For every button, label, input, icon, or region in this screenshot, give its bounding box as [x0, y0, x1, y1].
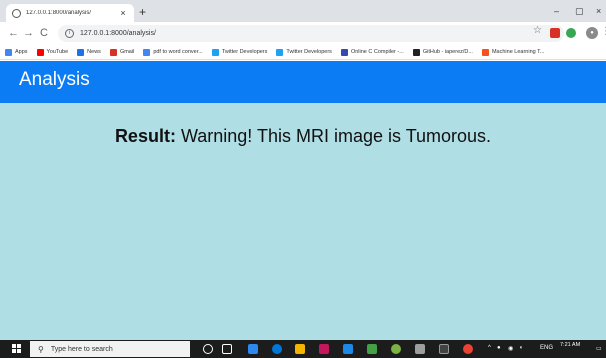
- chrome-icon[interactable]: [463, 344, 473, 354]
- bookmarks-bar: Apps YouTube News Gmail pdf to word conver..…: [0, 45, 606, 60]
- reload-button[interactable]: C: [40, 26, 48, 40]
- taskbar-app-icon[interactable]: [367, 344, 377, 354]
- result-message: Result: Warning! This MRI image is Tumor…: [0, 126, 606, 147]
- taskbar-app-icon[interactable]: [248, 344, 258, 354]
- minimize-button[interactable]: –: [554, 5, 559, 17]
- bookmark-label: GitHub - iaperez/D...: [422, 49, 473, 55]
- cortana-icon[interactable]: [203, 344, 213, 354]
- navbar-brand[interactable]: Analysis: [19, 69, 90, 91]
- bookmark-label: Machine Learning T...: [491, 49, 545, 55]
- bookmark-icon: [276, 48, 284, 56]
- browser-tabstrip: 127.0.0.1:8000/analysis/ × + – ▢ ×: [0, 0, 606, 22]
- bookmark-label: YouTube: [46, 49, 69, 55]
- profile-avatar-icon[interactable]: ●: [586, 27, 598, 39]
- page-navbar: Analysis: [0, 61, 606, 103]
- settings-icon[interactable]: [415, 344, 425, 354]
- bookmark-icon: [412, 48, 420, 56]
- bookmark-label: Twitter Developers: [286, 49, 332, 55]
- taskbar-search-input[interactable]: Type here to search: [51, 346, 113, 353]
- bookmark-icon: [481, 48, 489, 56]
- file-explorer-icon[interactable]: [295, 344, 305, 354]
- taskbar-search-box[interactable]: ⚲ Type here to search: [30, 341, 190, 357]
- taskbar-app-icon[interactable]: [391, 344, 401, 354]
- clock[interactable]: 7:21 AM: [560, 342, 580, 349]
- browser-menu-icon[interactable]: ⋮: [601, 26, 606, 37]
- language-indicator[interactable]: ENG: [540, 345, 553, 351]
- bookmark-item[interactable]: Apps: [5, 48, 28, 56]
- globe-icon: [12, 8, 21, 18]
- close-window-button[interactable]: ×: [596, 5, 601, 17]
- browser-tab[interactable]: 127.0.0.1:8000/analysis/ ×: [6, 4, 134, 22]
- address-bar[interactable]: i 127.0.0.1:8000/analysis/: [58, 25, 564, 42]
- bookmark-label: Twitter Developers: [221, 49, 268, 55]
- mail-icon[interactable]: [343, 344, 353, 354]
- browser-toolbar: ← → C i 127.0.0.1:8000/analysis/ ☆ ● ⋮: [0, 22, 606, 45]
- bookmark-item[interactable]: GitHub - iaperez/D...: [412, 48, 473, 56]
- bookmark-item[interactable]: YouTube: [36, 48, 69, 56]
- bookmark-label: News: [87, 49, 101, 55]
- page-content: Result: Warning! This MRI image is Tumor…: [0, 103, 606, 340]
- task-view-icon[interactable]: [222, 344, 232, 354]
- bookmark-label: Gmail: [119, 49, 135, 55]
- new-tab-button[interactable]: +: [139, 5, 146, 19]
- tray-chevron-icon[interactable]: ^: [488, 345, 491, 351]
- bookmark-icon: [340, 48, 348, 56]
- forward-button[interactable]: →: [23, 26, 34, 40]
- bookmark-icon: [77, 48, 85, 56]
- extension-icon[interactable]: [550, 28, 560, 38]
- windows-taskbar: ⚲ Type here to search ^ ● ◉ ◖ ENG 7:21 A…: [0, 340, 606, 358]
- bookmark-label: Online C Compiler -...: [350, 49, 404, 55]
- extension-icon[interactable]: [566, 28, 576, 38]
- bookmark-item[interactable]: Twitter Developers: [276, 48, 332, 56]
- taskbar-app-icon[interactable]: [319, 344, 329, 354]
- bookmark-icon: [36, 48, 44, 56]
- bookmark-item[interactable]: pdf to word conver...: [143, 48, 203, 56]
- result-label: Result:: [114, 126, 176, 146]
- bookmark-icon: [5, 48, 12, 56]
- back-button[interactable]: ←: [8, 26, 19, 40]
- url-text[interactable]: 127.0.0.1:8000/analysis/: [80, 30, 156, 37]
- maximize-button[interactable]: ▢: [575, 5, 584, 17]
- bookmark-label: pdf to word conver...: [153, 49, 203, 55]
- notifications-icon[interactable]: ▭: [596, 345, 602, 352]
- bookmark-item[interactable]: Machine Learning T...: [481, 48, 545, 56]
- volume-icon[interactable]: ◖: [519, 345, 523, 351]
- network-icon[interactable]: ◉: [508, 345, 513, 352]
- bookmark-label: Apps: [15, 49, 28, 55]
- bookmark-item[interactable]: Online C Compiler -...: [340, 48, 404, 56]
- tray-icon[interactable]: ●: [497, 345, 501, 351]
- windows-start-icon[interactable]: [12, 344, 22, 354]
- edge-icon[interactable]: [272, 344, 282, 354]
- info-icon[interactable]: i: [65, 29, 74, 38]
- bookmark-icon: [109, 48, 117, 56]
- bookmark-item[interactable]: News: [77, 48, 101, 56]
- tab-close-icon[interactable]: ×: [118, 8, 128, 18]
- bookmark-star-icon[interactable]: ☆: [533, 25, 542, 36]
- bookmark-item[interactable]: Gmail: [109, 48, 135, 56]
- search-icon: ⚲: [38, 344, 44, 354]
- bookmark-icon: [143, 48, 151, 56]
- terminal-icon[interactable]: [439, 344, 449, 354]
- bookmark-item[interactable]: Twitter Developers: [211, 48, 268, 56]
- result-text: Warning! This MRI image is Tumorous.: [175, 126, 492, 146]
- tab-title: 127.0.0.1:8000/analysis/: [26, 10, 92, 16]
- bookmark-icon: [211, 48, 219, 56]
